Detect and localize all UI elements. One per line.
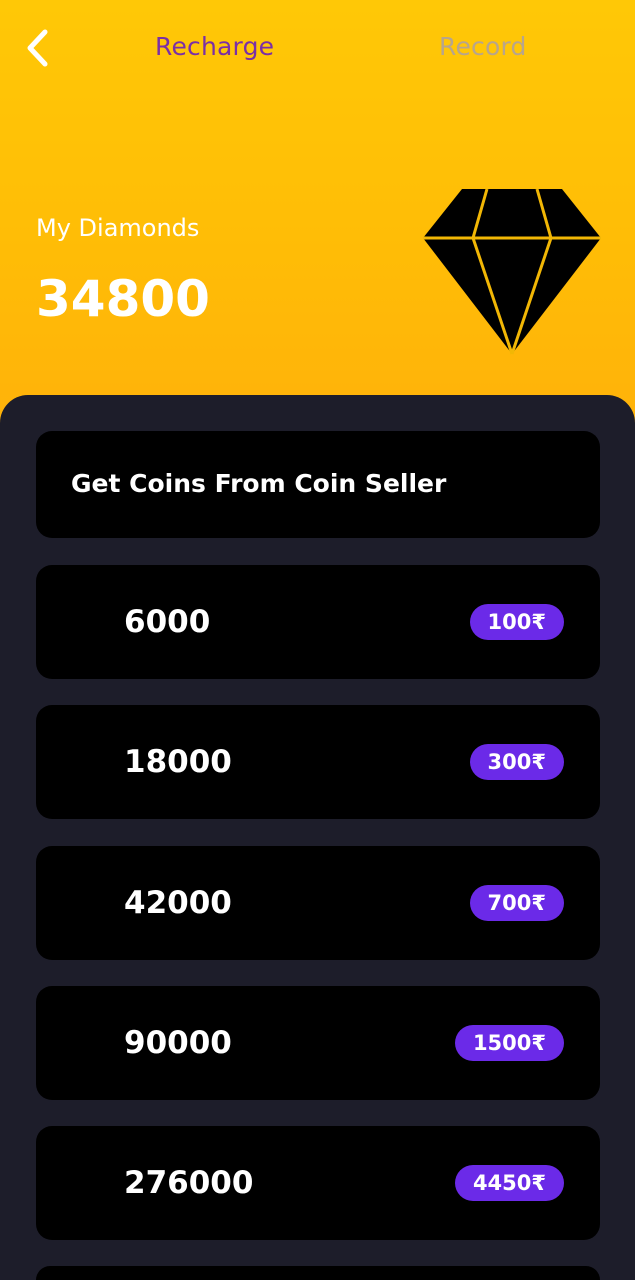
- balance-value: 34800: [36, 270, 210, 328]
- package-item[interactable]: 90000 1500₹: [36, 986, 600, 1100]
- price-badge: 100₹: [469, 604, 564, 640]
- price-badge: 300₹: [469, 744, 564, 780]
- package-amount: 42000: [124, 885, 232, 921]
- package-amount: 90000: [124, 1025, 232, 1061]
- price-badge: 4450₹: [454, 1165, 564, 1201]
- package-item[interactable]: 18000 300₹: [36, 705, 600, 819]
- package-item[interactable]: 42000 700₹: [36, 846, 600, 960]
- package-amount: 276000: [124, 1165, 254, 1201]
- price-badge: 700₹: [469, 885, 564, 921]
- package-item[interactable]: 276000 4450₹: [36, 1126, 600, 1240]
- tab-recharge[interactable]: Recharge: [155, 30, 274, 64]
- back-button[interactable]: [18, 26, 58, 70]
- package-amount: 18000: [124, 744, 232, 780]
- package-item[interactable]: 6000 100₹: [36, 565, 600, 679]
- balance-label: My Diamonds: [36, 214, 200, 242]
- coin-seller-label: Get Coins From Coin Seller: [71, 469, 447, 498]
- tab-record[interactable]: Record: [439, 30, 527, 64]
- chevron-left-icon: [27, 29, 48, 67]
- header: Recharge Record My Diamonds 34800: [0, 0, 635, 430]
- diamond-icon: [423, 188, 601, 355]
- coin-seller-button[interactable]: Get Coins From Coin Seller: [36, 431, 600, 538]
- price-badge: 1500₹: [454, 1025, 564, 1061]
- package-amount: 6000: [124, 604, 211, 640]
- package-item[interactable]: [36, 1266, 600, 1280]
